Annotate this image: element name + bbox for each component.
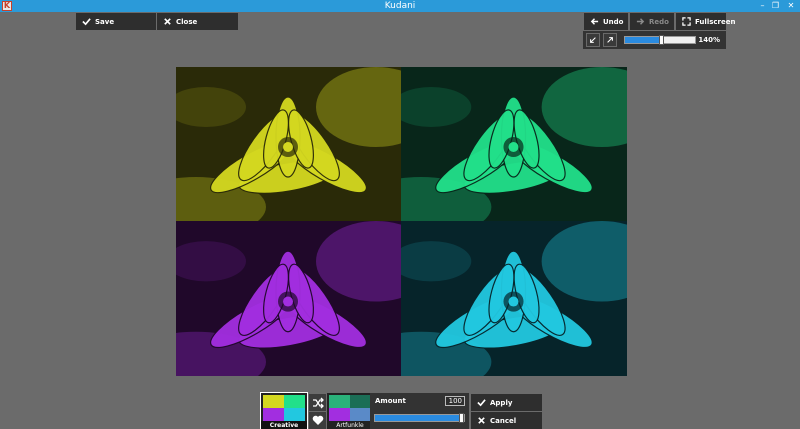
shuffle-icon <box>312 397 324 408</box>
lotus-tile-green <box>401 67 627 221</box>
check-icon <box>82 18 91 26</box>
undo-label: Undo <box>603 17 624 26</box>
redo-label: Redo <box>649 17 669 26</box>
preset-swatch <box>350 395 371 408</box>
preset-swatch <box>263 395 284 408</box>
close-window-button[interactable]: ✕ <box>782 0 800 12</box>
preset-swatch <box>329 395 350 408</box>
save-button[interactable]: Save <box>76 13 156 30</box>
arrow-right-icon <box>636 18 645 25</box>
apply-label: Apply <box>490 398 513 407</box>
zoom-panel: 140% <box>583 31 726 49</box>
zoom-slider-thumb[interactable] <box>658 35 664 45</box>
close-button[interactable]: Close <box>157 13 238 30</box>
maximize-button[interactable]: ❐ <box>769 0 782 12</box>
title-bar: K Kudani – ❐ ✕ <box>0 0 800 12</box>
amount-slider-thumb[interactable] <box>459 413 464 423</box>
lotus-tile-purple <box>176 221 401 376</box>
redo-button[interactable]: Redo <box>630 13 674 30</box>
close-icon <box>478 417 485 424</box>
image-canvas[interactable] <box>176 67 627 376</box>
preset-thumbnail <box>329 395 371 421</box>
lotus-tile-cyan <box>401 221 627 376</box>
zoom-level: 140% <box>698 36 720 44</box>
zoom-slider-fill <box>625 37 662 43</box>
actual-size-button[interactable] <box>603 33 617 47</box>
cancel-label: Cancel <box>490 416 517 425</box>
undo-button[interactable]: Undo <box>584 13 628 30</box>
fullscreen-label: Fullscreen <box>695 17 736 26</box>
shrink-icon <box>590 37 596 43</box>
amount-label: Amount <box>375 397 406 405</box>
fullscreen-icon <box>682 17 691 26</box>
preset-swatch <box>329 408 350 421</box>
preset-swatch <box>350 408 371 421</box>
preset-swatch <box>284 395 305 408</box>
arrow-left-icon <box>590 18 599 25</box>
save-label: Save <box>95 17 115 26</box>
fit-to-screen-button[interactable] <box>586 33 600 47</box>
cancel-button[interactable]: Cancel <box>471 412 542 429</box>
preset-label: Creative <box>261 421 307 429</box>
heart-icon <box>312 415 323 425</box>
favorite-button[interactable] <box>309 412 326 429</box>
close-label: Close <box>176 17 198 26</box>
lotus-tile-yellow <box>176 67 401 221</box>
preset-swatch <box>263 408 284 421</box>
zoom-slider[interactable] <box>624 35 696 45</box>
amount-slider[interactable] <box>374 413 465 423</box>
check-icon <box>477 399 486 407</box>
close-icon <box>164 18 171 25</box>
amount-panel: Amount 100 <box>370 393 469 429</box>
minimize-button[interactable]: – <box>756 0 769 12</box>
preset-label: Artfunkle <box>336 422 364 429</box>
shuffle-button[interactable] <box>309 394 326 411</box>
preset-thumbnail <box>263 395 305 421</box>
window-title: Kudani <box>384 1 416 11</box>
expand-icon <box>607 37 613 43</box>
preset-artfunkle[interactable]: Artfunkle <box>327 393 373 429</box>
preset-swatch <box>284 408 305 421</box>
amount-slider-fill <box>375 415 464 421</box>
preset-creative[interactable]: Creative <box>260 392 308 429</box>
fullscreen-button[interactable]: Fullscreen <box>676 13 735 30</box>
amount-input[interactable]: 100 <box>445 396 465 406</box>
window-controls: – ❐ ✕ <box>756 0 800 12</box>
apply-button[interactable]: Apply <box>471 394 542 411</box>
